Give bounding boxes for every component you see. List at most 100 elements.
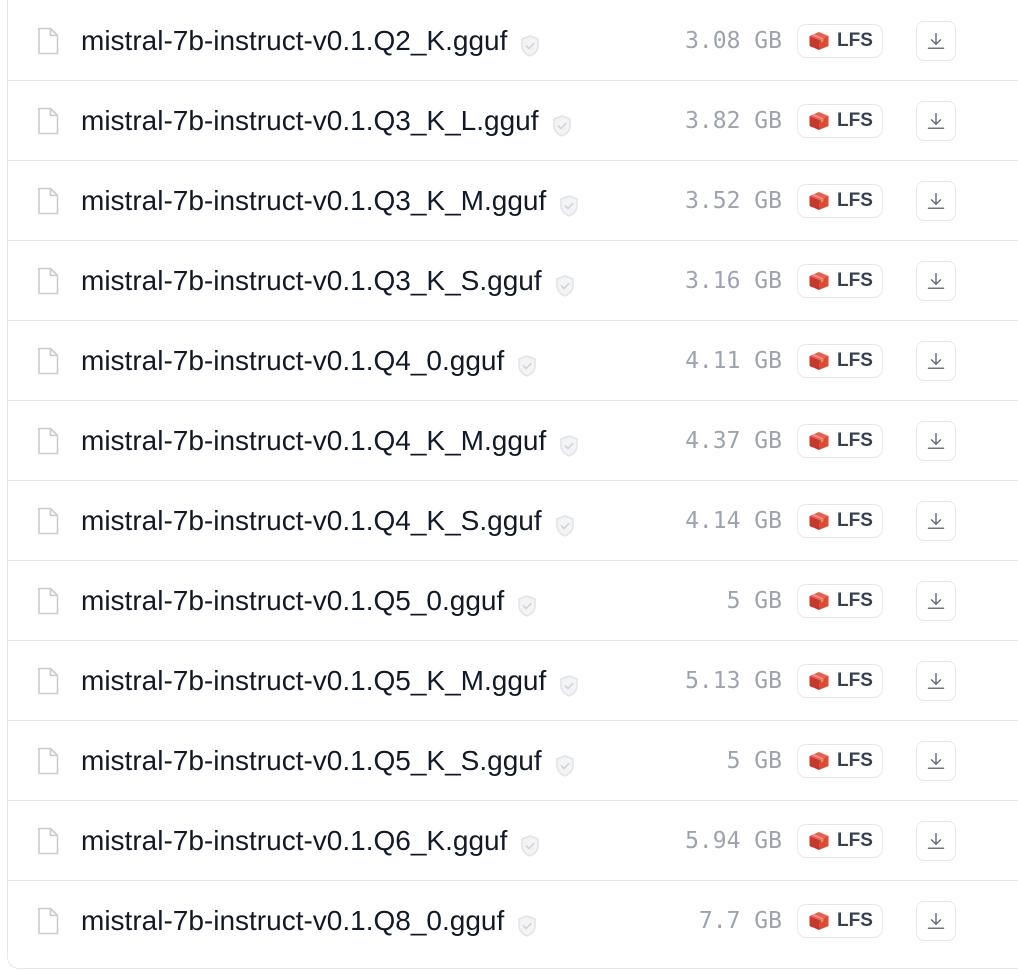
lfs-badge[interactable]: LFS — [797, 664, 883, 698]
lfs-box-icon — [808, 831, 830, 851]
file-name-text: mistral-7b-instruct-v0.1.Q5_K_M.gguf — [81, 665, 547, 696]
file-icon — [37, 27, 59, 55]
file-name-text: mistral-7b-instruct-v0.1.Q6_K.gguf — [81, 825, 508, 856]
download-icon — [927, 752, 945, 769]
download-button[interactable] — [916, 421, 956, 461]
file-name-link[interactable]: mistral-7b-instruct-v0.1.Q5_K_S.gguf — [81, 741, 576, 781]
download-button[interactable] — [916, 501, 956, 541]
file-name-link[interactable]: mistral-7b-instruct-v0.1.Q8_0.gguf — [81, 901, 538, 941]
shield-check-icon — [519, 29, 541, 57]
lfs-label: LFS — [837, 270, 873, 291]
lfs-badge[interactable]: LFS — [797, 744, 883, 778]
file-name-link[interactable]: mistral-7b-instruct-v0.1.Q2_K.gguf — [81, 21, 541, 61]
file-name-link[interactable]: mistral-7b-instruct-v0.1.Q4_K_M.gguf — [81, 421, 580, 461]
file-name-link[interactable]: mistral-7b-instruct-v0.1.Q3_K_L.gguf — [81, 101, 573, 141]
shield-check-icon — [516, 589, 538, 617]
lfs-box-icon — [808, 511, 830, 531]
file-name-link[interactable]: mistral-7b-instruct-v0.1.Q5_K_M.gguf — [81, 661, 580, 701]
file-row: mistral-7b-instruct-v0.1.Q4_K_S.gguf 4.1… — [8, 480, 1018, 560]
file-row: mistral-7b-instruct-v0.1.Q3_K_M.gguf 3.5… — [8, 160, 1018, 240]
file-size: 4.11 GB — [685, 348, 782, 374]
file-name-text: mistral-7b-instruct-v0.1.Q4_K_S.gguf — [81, 505, 542, 536]
file-icon — [37, 507, 59, 535]
lfs-badge[interactable]: LFS — [797, 424, 883, 458]
shield-check-icon — [558, 189, 580, 217]
file-name-link[interactable]: mistral-7b-instruct-v0.1.Q4_0.gguf — [81, 341, 538, 381]
lfs-box-icon — [808, 351, 830, 371]
download-button[interactable] — [916, 821, 956, 861]
shield-check-icon — [558, 429, 580, 457]
download-icon — [927, 112, 945, 129]
file-row: mistral-7b-instruct-v0.1.Q3_K_S.gguf 3.1… — [8, 240, 1018, 320]
shield-check-icon — [551, 109, 573, 137]
download-button[interactable] — [916, 181, 956, 221]
lfs-box-icon — [808, 671, 830, 691]
file-size: 5 GB — [726, 588, 782, 614]
file-name-text: mistral-7b-instruct-v0.1.Q4_0.gguf — [81, 345, 505, 376]
lfs-badge[interactable]: LFS — [797, 584, 883, 618]
lfs-box-icon — [808, 31, 830, 51]
shield-check-icon — [554, 509, 576, 537]
lfs-box-icon — [808, 591, 830, 611]
lfs-label: LFS — [837, 30, 873, 51]
lfs-badge[interactable]: LFS — [797, 24, 883, 58]
file-name-text: mistral-7b-instruct-v0.1.Q3_K_M.gguf — [81, 185, 547, 216]
lfs-label: LFS — [837, 430, 873, 451]
lfs-badge[interactable]: LFS — [797, 504, 883, 538]
file-row: mistral-7b-instruct-v0.1.Q5_K_M.gguf 5.1… — [8, 640, 1018, 720]
lfs-label: LFS — [837, 670, 873, 691]
download-button[interactable] — [916, 741, 956, 781]
file-name-text: mistral-7b-instruct-v0.1.Q2_K.gguf — [81, 25, 508, 56]
file-icon — [37, 347, 59, 375]
shield-check-icon — [554, 749, 576, 777]
lfs-badge[interactable]: LFS — [797, 104, 883, 138]
lfs-label: LFS — [837, 910, 873, 931]
lfs-badge[interactable]: LFS — [797, 344, 883, 378]
file-row: mistral-7b-instruct-v0.1.Q8_0.gguf 7.7 G… — [8, 880, 1018, 960]
lfs-badge[interactable]: LFS — [797, 184, 883, 218]
file-name-link[interactable]: mistral-7b-instruct-v0.1.Q4_K_S.gguf — [81, 501, 576, 541]
file-name-text: mistral-7b-instruct-v0.1.Q3_K_S.gguf — [81, 265, 542, 296]
file-name-link[interactable]: mistral-7b-instruct-v0.1.Q3_K_S.gguf — [81, 261, 576, 301]
file-size: 5.94 GB — [685, 828, 782, 854]
download-icon — [927, 512, 945, 529]
download-button[interactable] — [916, 581, 956, 621]
file-name-link[interactable]: mistral-7b-instruct-v0.1.Q5_0.gguf — [81, 581, 538, 621]
download-button[interactable] — [916, 901, 956, 941]
lfs-box-icon — [808, 911, 830, 931]
file-list: mistral-7b-instruct-v0.1.Q2_K.gguf 3.08 … — [7, 0, 1018, 969]
file-size: 3.52 GB — [685, 188, 782, 214]
download-button[interactable] — [916, 261, 956, 301]
download-button[interactable] — [916, 661, 956, 701]
download-icon — [927, 432, 945, 449]
download-button[interactable] — [916, 101, 956, 141]
lfs-label: LFS — [837, 590, 873, 611]
shield-check-icon — [519, 829, 541, 857]
lfs-label: LFS — [837, 110, 873, 131]
file-name-link[interactable]: mistral-7b-instruct-v0.1.Q3_K_M.gguf — [81, 181, 580, 221]
file-row: mistral-7b-instruct-v0.1.Q3_K_L.gguf 3.8… — [8, 80, 1018, 160]
file-name-text: mistral-7b-instruct-v0.1.Q3_K_L.gguf — [81, 105, 539, 136]
download-icon — [927, 272, 945, 289]
file-icon — [37, 427, 59, 455]
download-icon — [927, 832, 945, 849]
lfs-badge[interactable]: LFS — [797, 264, 883, 298]
download-button[interactable] — [916, 341, 956, 381]
lfs-box-icon — [808, 751, 830, 771]
file-size: 4.37 GB — [685, 428, 782, 454]
download-icon — [927, 672, 945, 689]
file-icon — [37, 907, 59, 935]
shield-check-icon — [554, 269, 576, 297]
lfs-box-icon — [808, 431, 830, 451]
file-row: mistral-7b-instruct-v0.1.Q5_0.gguf 5 GB … — [8, 560, 1018, 640]
file-size: 3.08 GB — [685, 28, 782, 54]
lfs-badge[interactable]: LFS — [797, 824, 883, 858]
shield-check-icon — [516, 909, 538, 937]
download-button[interactable] — [916, 21, 956, 61]
lfs-box-icon — [808, 271, 830, 291]
lfs-badge[interactable]: LFS — [797, 904, 883, 938]
download-icon — [927, 32, 945, 49]
download-icon — [927, 192, 945, 209]
file-row: mistral-7b-instruct-v0.1.Q5_K_S.gguf 5 G… — [8, 720, 1018, 800]
file-name-link[interactable]: mistral-7b-instruct-v0.1.Q6_K.gguf — [81, 821, 541, 861]
